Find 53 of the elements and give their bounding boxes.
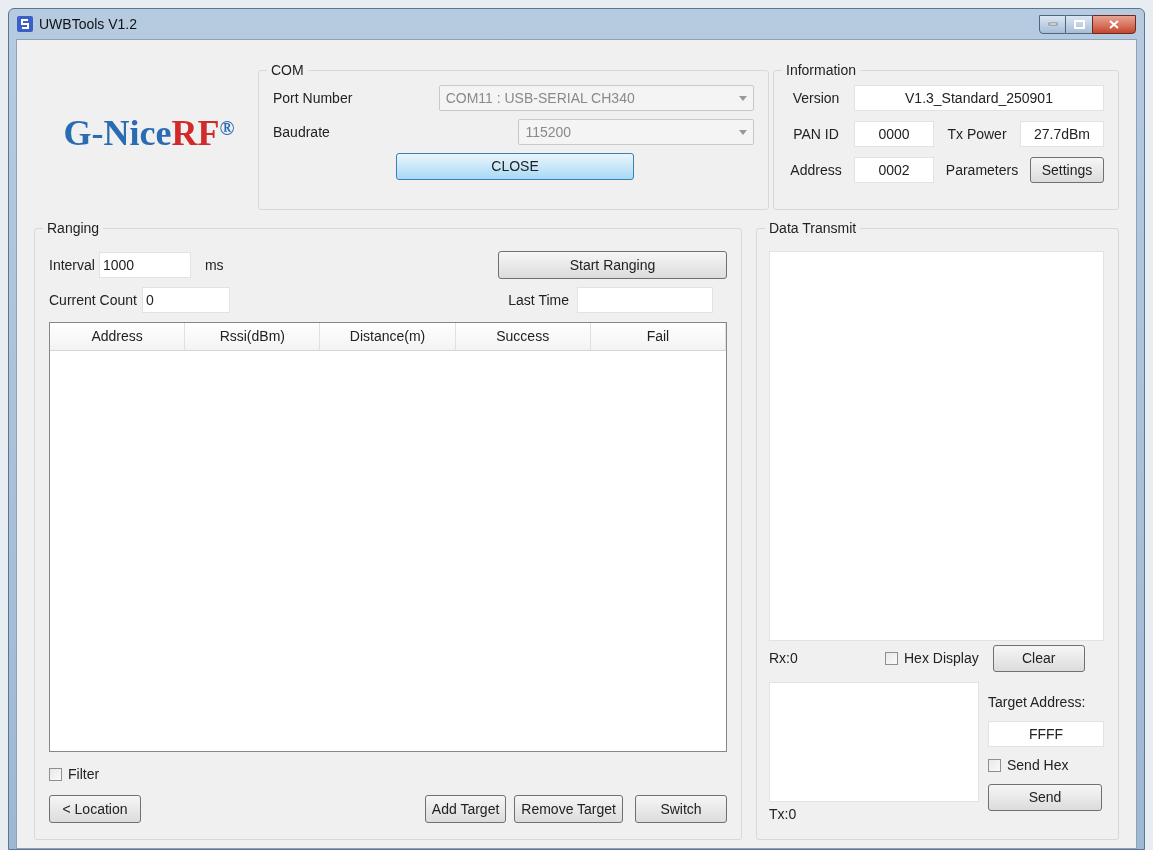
send-button[interactable]: Send xyxy=(988,784,1102,811)
address-label: Address xyxy=(789,160,843,180)
checkbox[interactable] xyxy=(988,759,1001,772)
version-label: Version xyxy=(791,88,841,108)
location-button[interactable]: < Location xyxy=(49,795,141,823)
port-label: Port Number xyxy=(273,88,354,108)
window-title: UWBTools V1.2 xyxy=(39,14,138,34)
action-button[interactable]: Remove Target xyxy=(514,795,623,823)
interval-label: Interval xyxy=(49,255,95,275)
column-header[interactable]: Distance(m) xyxy=(320,323,456,350)
current-count-field[interactable]: 0 xyxy=(141,287,230,313)
last-time-label: Last Time xyxy=(508,290,569,310)
start-ranging-button[interactable]: Start Ranging xyxy=(498,251,727,279)
parameters-label: Parameters xyxy=(944,160,1020,180)
column-header[interactable]: Address xyxy=(50,323,186,350)
checkbox[interactable] xyxy=(49,768,62,781)
close-port-button[interactable]: CLOSE xyxy=(396,153,634,180)
column-header[interactable]: Success xyxy=(455,323,591,350)
close-icon xyxy=(1109,19,1119,29)
action-button[interactable]: Switch xyxy=(635,795,727,823)
tx-count: Tx:0 xyxy=(769,805,798,824)
pan-id-label: PAN ID xyxy=(792,124,840,144)
hex-display-label: Hex Display xyxy=(904,649,979,668)
current-count-label: Current Count xyxy=(49,290,137,310)
pan-id-field[interactable]: 0000 xyxy=(854,121,934,147)
version-field[interactable]: V1.3_Standard_250901 xyxy=(854,85,1104,111)
app-icon xyxy=(17,16,33,32)
caret-icon xyxy=(739,95,747,101)
column-header[interactable]: Fail xyxy=(590,323,726,350)
logo: G-NiceRF$^{®}$ xyxy=(63,115,235,151)
last-time-field[interactable] xyxy=(577,287,713,313)
address-field[interactable]: 0002 xyxy=(854,157,934,183)
checkbox[interactable] xyxy=(885,652,898,665)
minimize-button[interactable] xyxy=(1039,14,1066,34)
clear-button[interactable]: Clear xyxy=(992,645,1085,672)
minimize-icon xyxy=(1047,22,1058,26)
filter-label: Filter xyxy=(68,765,100,784)
rx-count: Rx:0 xyxy=(769,649,799,668)
column-header[interactable]: Rssi(dBm) xyxy=(185,323,321,350)
target-address-label: Target Address: xyxy=(988,693,1087,712)
tx-power-label: Tx Power xyxy=(946,124,1008,144)
baudrate-label: Baudrate xyxy=(273,122,331,142)
interval-field[interactable]: 1000 xyxy=(98,252,191,278)
close-button[interactable] xyxy=(1092,14,1136,34)
caret-icon xyxy=(739,129,747,135)
target-address-field[interactable]: FFFF xyxy=(988,721,1104,747)
action-button[interactable]: Add Target xyxy=(424,795,507,823)
maximize-button[interactable] xyxy=(1066,14,1092,34)
send-hex-label: Send Hex xyxy=(1007,756,1069,775)
maximize-icon xyxy=(1073,19,1085,29)
tx-power-field[interactable]: 27.7dBm xyxy=(1020,121,1104,147)
interval-unit: ms xyxy=(204,255,224,275)
settings-button[interactable]: Settings xyxy=(1030,157,1104,183)
